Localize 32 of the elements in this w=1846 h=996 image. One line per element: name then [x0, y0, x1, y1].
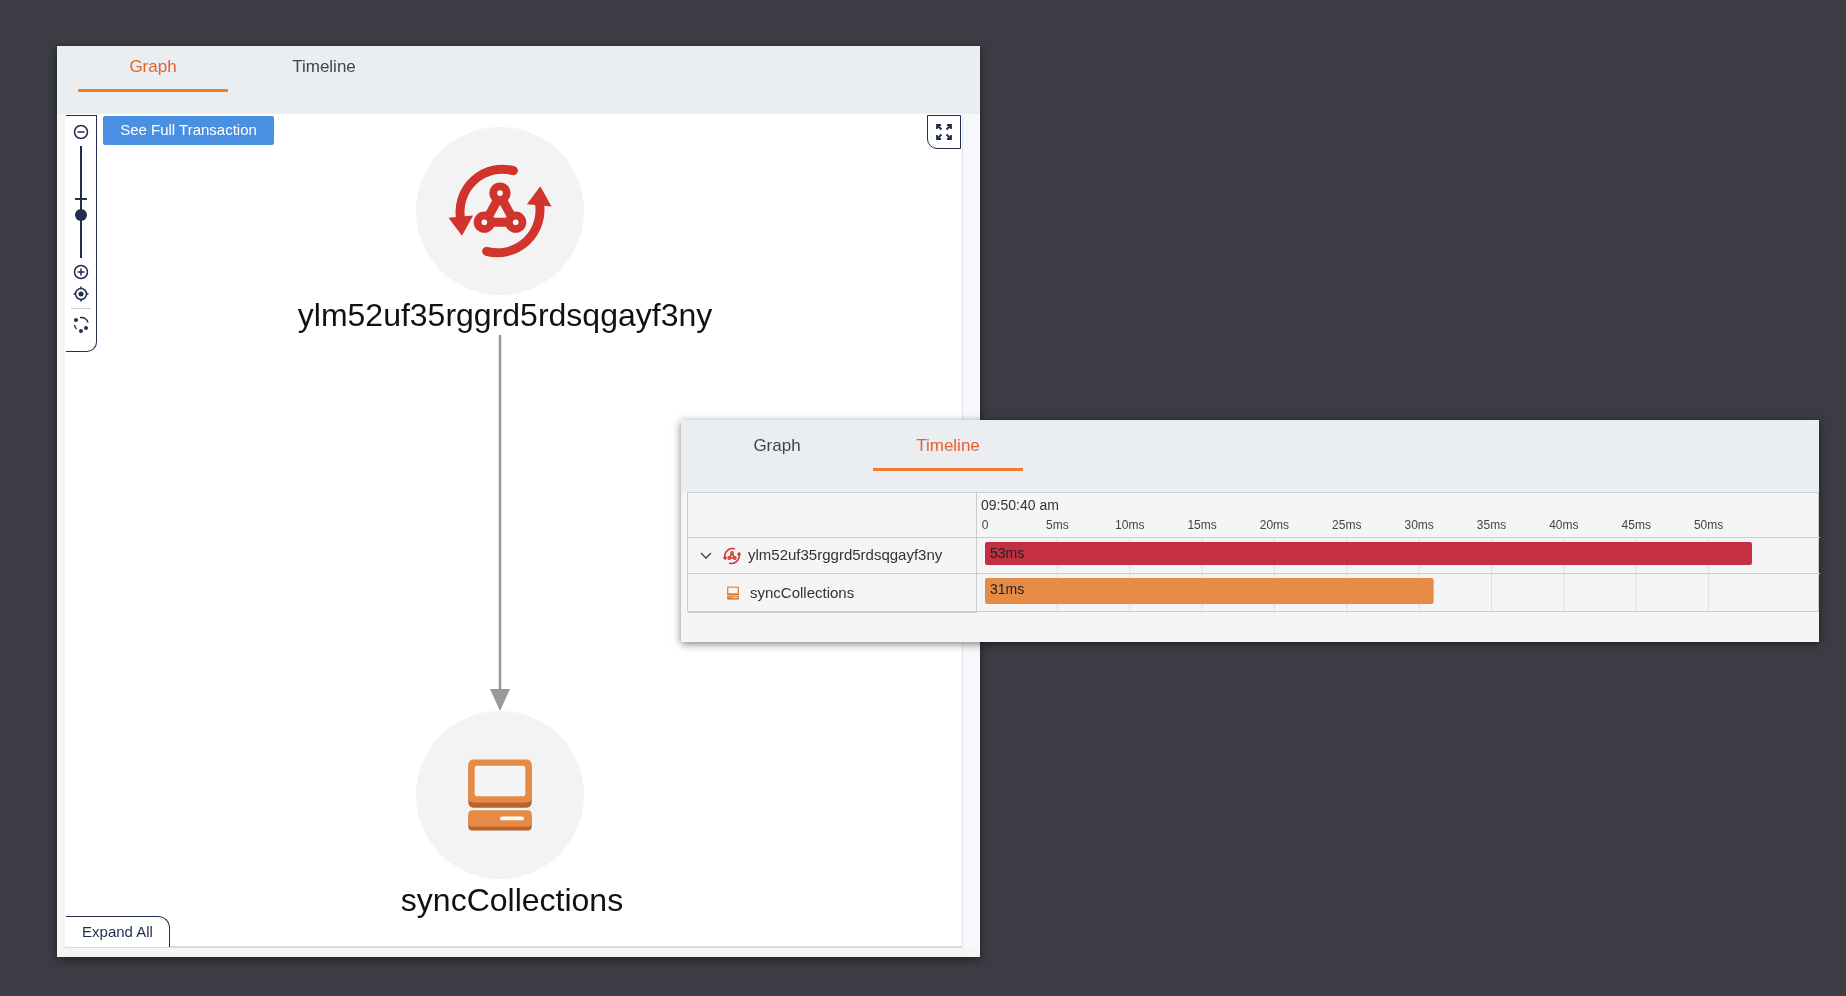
row-name: syncCollections — [750, 582, 855, 603]
axis-tick-label: 45ms — [1621, 518, 1651, 532]
node-label: syncCollections — [400, 881, 624, 920]
computer-icon — [726, 586, 740, 600]
axis-tick-label: 35ms — [1476, 518, 1507, 532]
zoom-out-icon[interactable] — [73, 124, 89, 140]
row-name: ylm52uf35rggrd5rdsqgayf3ny — [748, 545, 943, 566]
bar-value-label: 53ms — [990, 545, 1025, 561]
node-label: ylm52uf35rggrd5rdsqgayf3ny — [297, 296, 713, 335]
target-icon[interactable] — [73, 286, 89, 302]
fullscreen-button[interactable] — [927, 115, 961, 149]
zoom-slider[interactable] — [74, 146, 88, 258]
axis-tick-label: 5ms — [1046, 518, 1069, 532]
axis-tick-label: 30ms — [1404, 518, 1434, 532]
axis-tick-label: 15ms — [1187, 518, 1217, 532]
fullscreen-icon — [935, 123, 953, 141]
axis-tick-label: 40ms — [1549, 518, 1579, 532]
zoom-in-icon[interactable] — [73, 264, 89, 280]
axis-tick-label: 10ms — [1115, 518, 1145, 532]
tab[interactable]: Graph — [702, 420, 852, 471]
chart-title: 09:50:40 am — [981, 497, 1059, 513]
axis-tick-label: 50ms — [1693, 518, 1724, 532]
expand-all-button[interactable]: Expand All — [66, 916, 170, 947]
chevron-icon — [700, 551, 712, 560]
cycle-nodes-icon — [722, 545, 742, 566]
axis-tick-label: 20ms — [1259, 518, 1290, 532]
axis-tick-label: 25ms — [1332, 518, 1362, 532]
axis-tick-label: 0 — [981, 518, 989, 532]
rotate-icon[interactable] — [72, 315, 90, 333]
tab[interactable]: Timeline — [249, 46, 399, 92]
slider-thumb[interactable] — [75, 209, 87, 222]
bar-value-label: 31ms — [990, 581, 1025, 597]
